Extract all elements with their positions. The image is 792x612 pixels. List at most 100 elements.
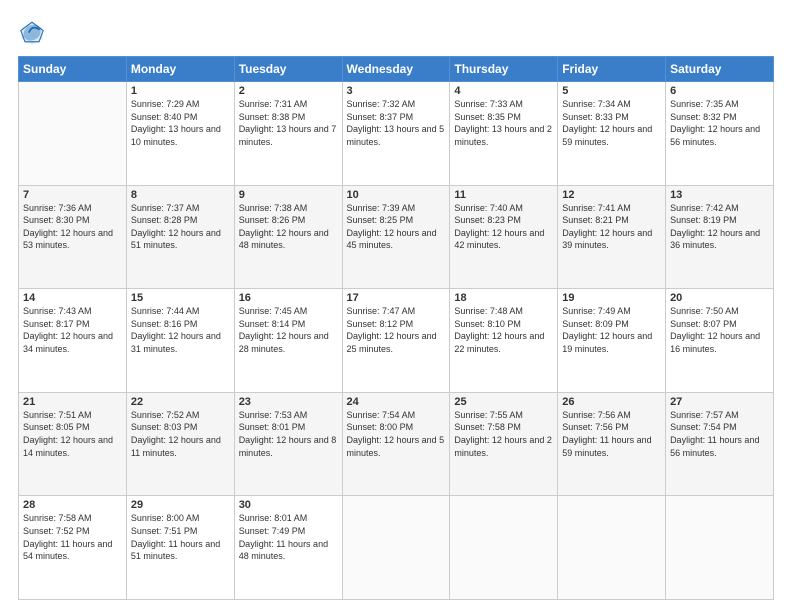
day-number: 4 bbox=[454, 85, 553, 97]
day-number: 25 bbox=[454, 396, 553, 408]
day-number: 14 bbox=[23, 292, 122, 304]
day-number: 9 bbox=[239, 189, 338, 201]
day-info: Sunrise: 7:33 AMSunset: 8:35 PMDaylight:… bbox=[454, 98, 553, 148]
calendar-week-row-1: 7Sunrise: 7:36 AMSunset: 8:30 PMDaylight… bbox=[19, 185, 774, 289]
day-info: Sunrise: 7:47 AMSunset: 8:12 PMDaylight:… bbox=[347, 305, 446, 355]
calendar-week-row-0: 1Sunrise: 7:29 AMSunset: 8:40 PMDaylight… bbox=[19, 82, 774, 186]
calendar-cell-4-5 bbox=[558, 496, 666, 600]
day-info: Sunrise: 7:51 AMSunset: 8:05 PMDaylight:… bbox=[23, 409, 122, 459]
calendar-cell-4-3 bbox=[342, 496, 450, 600]
calendar-week-row-2: 14Sunrise: 7:43 AMSunset: 8:17 PMDayligh… bbox=[19, 289, 774, 393]
calendar-cell-2-1: 15Sunrise: 7:44 AMSunset: 8:16 PMDayligh… bbox=[126, 289, 234, 393]
calendar-cell-0-4: 4Sunrise: 7:33 AMSunset: 8:35 PMDaylight… bbox=[450, 82, 558, 186]
day-number: 15 bbox=[131, 292, 230, 304]
day-info: Sunrise: 7:49 AMSunset: 8:09 PMDaylight:… bbox=[562, 305, 661, 355]
day-number: 3 bbox=[347, 85, 446, 97]
calendar-cell-3-6: 27Sunrise: 7:57 AMSunset: 7:54 PMDayligh… bbox=[666, 392, 774, 496]
day-number: 19 bbox=[562, 292, 661, 304]
day-number: 6 bbox=[670, 85, 769, 97]
weekday-header-thursday: Thursday bbox=[450, 57, 558, 82]
page: SundayMondayTuesdayWednesdayThursdayFrid… bbox=[0, 0, 792, 612]
day-info: Sunrise: 7:43 AMSunset: 8:17 PMDaylight:… bbox=[23, 305, 122, 355]
day-info: Sunrise: 8:01 AMSunset: 7:49 PMDaylight:… bbox=[239, 512, 338, 562]
calendar-cell-1-4: 11Sunrise: 7:40 AMSunset: 8:23 PMDayligh… bbox=[450, 185, 558, 289]
calendar-cell-1-5: 12Sunrise: 7:41 AMSunset: 8:21 PMDayligh… bbox=[558, 185, 666, 289]
calendar-cell-1-0: 7Sunrise: 7:36 AMSunset: 8:30 PMDaylight… bbox=[19, 185, 127, 289]
day-info: Sunrise: 7:45 AMSunset: 8:14 PMDaylight:… bbox=[239, 305, 338, 355]
calendar-cell-0-6: 6Sunrise: 7:35 AMSunset: 8:32 PMDaylight… bbox=[666, 82, 774, 186]
day-number: 13 bbox=[670, 189, 769, 201]
day-number: 27 bbox=[670, 396, 769, 408]
day-info: Sunrise: 7:35 AMSunset: 8:32 PMDaylight:… bbox=[670, 98, 769, 148]
day-number: 22 bbox=[131, 396, 230, 408]
calendar-cell-1-1: 8Sunrise: 7:37 AMSunset: 8:28 PMDaylight… bbox=[126, 185, 234, 289]
day-info: Sunrise: 7:55 AMSunset: 7:58 PMDaylight:… bbox=[454, 409, 553, 459]
day-info: Sunrise: 7:41 AMSunset: 8:21 PMDaylight:… bbox=[562, 202, 661, 252]
calendar-cell-3-0: 21Sunrise: 7:51 AMSunset: 8:05 PMDayligh… bbox=[19, 392, 127, 496]
day-info: Sunrise: 7:52 AMSunset: 8:03 PMDaylight:… bbox=[131, 409, 230, 459]
calendar-week-row-3: 21Sunrise: 7:51 AMSunset: 8:05 PMDayligh… bbox=[19, 392, 774, 496]
day-number: 29 bbox=[131, 499, 230, 511]
day-info: Sunrise: 7:38 AMSunset: 8:26 PMDaylight:… bbox=[239, 202, 338, 252]
calendar-cell-1-3: 10Sunrise: 7:39 AMSunset: 8:25 PMDayligh… bbox=[342, 185, 450, 289]
calendar-cell-4-4 bbox=[450, 496, 558, 600]
day-number: 1 bbox=[131, 85, 230, 97]
day-info: Sunrise: 7:56 AMSunset: 7:56 PMDaylight:… bbox=[562, 409, 661, 459]
calendar-cell-2-0: 14Sunrise: 7:43 AMSunset: 8:17 PMDayligh… bbox=[19, 289, 127, 393]
calendar-cell-4-6 bbox=[666, 496, 774, 600]
day-info: Sunrise: 7:37 AMSunset: 8:28 PMDaylight:… bbox=[131, 202, 230, 252]
day-info: Sunrise: 7:54 AMSunset: 8:00 PMDaylight:… bbox=[347, 409, 446, 459]
day-number: 7 bbox=[23, 189, 122, 201]
calendar-cell-2-2: 16Sunrise: 7:45 AMSunset: 8:14 PMDayligh… bbox=[234, 289, 342, 393]
calendar-cell-4-0: 28Sunrise: 7:58 AMSunset: 7:52 PMDayligh… bbox=[19, 496, 127, 600]
day-number: 24 bbox=[347, 396, 446, 408]
calendar-cell-3-2: 23Sunrise: 7:53 AMSunset: 8:01 PMDayligh… bbox=[234, 392, 342, 496]
day-number: 30 bbox=[239, 499, 338, 511]
logo bbox=[18, 18, 50, 46]
calendar-week-row-4: 28Sunrise: 7:58 AMSunset: 7:52 PMDayligh… bbox=[19, 496, 774, 600]
day-info: Sunrise: 7:31 AMSunset: 8:38 PMDaylight:… bbox=[239, 98, 338, 148]
day-number: 11 bbox=[454, 189, 553, 201]
weekday-header-saturday: Saturday bbox=[666, 57, 774, 82]
day-number: 8 bbox=[131, 189, 230, 201]
day-info: Sunrise: 7:34 AMSunset: 8:33 PMDaylight:… bbox=[562, 98, 661, 148]
day-number: 16 bbox=[239, 292, 338, 304]
day-number: 18 bbox=[454, 292, 553, 304]
day-info: Sunrise: 7:29 AMSunset: 8:40 PMDaylight:… bbox=[131, 98, 230, 148]
calendar-table: SundayMondayTuesdayWednesdayThursdayFrid… bbox=[18, 56, 774, 600]
calendar-cell-2-3: 17Sunrise: 7:47 AMSunset: 8:12 PMDayligh… bbox=[342, 289, 450, 393]
day-info: Sunrise: 7:42 AMSunset: 8:19 PMDaylight:… bbox=[670, 202, 769, 252]
day-number: 20 bbox=[670, 292, 769, 304]
calendar-cell-3-3: 24Sunrise: 7:54 AMSunset: 8:00 PMDayligh… bbox=[342, 392, 450, 496]
day-info: Sunrise: 8:00 AMSunset: 7:51 PMDaylight:… bbox=[131, 512, 230, 562]
day-number: 5 bbox=[562, 85, 661, 97]
day-number: 2 bbox=[239, 85, 338, 97]
logo-icon bbox=[18, 18, 46, 46]
calendar-cell-2-4: 18Sunrise: 7:48 AMSunset: 8:10 PMDayligh… bbox=[450, 289, 558, 393]
day-info: Sunrise: 7:57 AMSunset: 7:54 PMDaylight:… bbox=[670, 409, 769, 459]
day-info: Sunrise: 7:48 AMSunset: 8:10 PMDaylight:… bbox=[454, 305, 553, 355]
day-info: Sunrise: 7:58 AMSunset: 7:52 PMDaylight:… bbox=[23, 512, 122, 562]
calendar-cell-0-2: 2Sunrise: 7:31 AMSunset: 8:38 PMDaylight… bbox=[234, 82, 342, 186]
day-number: 12 bbox=[562, 189, 661, 201]
day-info: Sunrise: 7:40 AMSunset: 8:23 PMDaylight:… bbox=[454, 202, 553, 252]
day-number: 26 bbox=[562, 396, 661, 408]
day-info: Sunrise: 7:50 AMSunset: 8:07 PMDaylight:… bbox=[670, 305, 769, 355]
day-number: 28 bbox=[23, 499, 122, 511]
day-info: Sunrise: 7:39 AMSunset: 8:25 PMDaylight:… bbox=[347, 202, 446, 252]
weekday-header-tuesday: Tuesday bbox=[234, 57, 342, 82]
calendar-cell-0-3: 3Sunrise: 7:32 AMSunset: 8:37 PMDaylight… bbox=[342, 82, 450, 186]
calendar-cell-2-6: 20Sunrise: 7:50 AMSunset: 8:07 PMDayligh… bbox=[666, 289, 774, 393]
calendar-cell-1-2: 9Sunrise: 7:38 AMSunset: 8:26 PMDaylight… bbox=[234, 185, 342, 289]
weekday-header-friday: Friday bbox=[558, 57, 666, 82]
weekday-header-sunday: Sunday bbox=[19, 57, 127, 82]
day-info: Sunrise: 7:44 AMSunset: 8:16 PMDaylight:… bbox=[131, 305, 230, 355]
calendar-cell-3-5: 26Sunrise: 7:56 AMSunset: 7:56 PMDayligh… bbox=[558, 392, 666, 496]
day-info: Sunrise: 7:36 AMSunset: 8:30 PMDaylight:… bbox=[23, 202, 122, 252]
calendar-cell-3-4: 25Sunrise: 7:55 AMSunset: 7:58 PMDayligh… bbox=[450, 392, 558, 496]
weekday-header-wednesday: Wednesday bbox=[342, 57, 450, 82]
calendar-cell-3-1: 22Sunrise: 7:52 AMSunset: 8:03 PMDayligh… bbox=[126, 392, 234, 496]
day-info: Sunrise: 7:32 AMSunset: 8:37 PMDaylight:… bbox=[347, 98, 446, 148]
day-number: 23 bbox=[239, 396, 338, 408]
calendar-cell-0-5: 5Sunrise: 7:34 AMSunset: 8:33 PMDaylight… bbox=[558, 82, 666, 186]
